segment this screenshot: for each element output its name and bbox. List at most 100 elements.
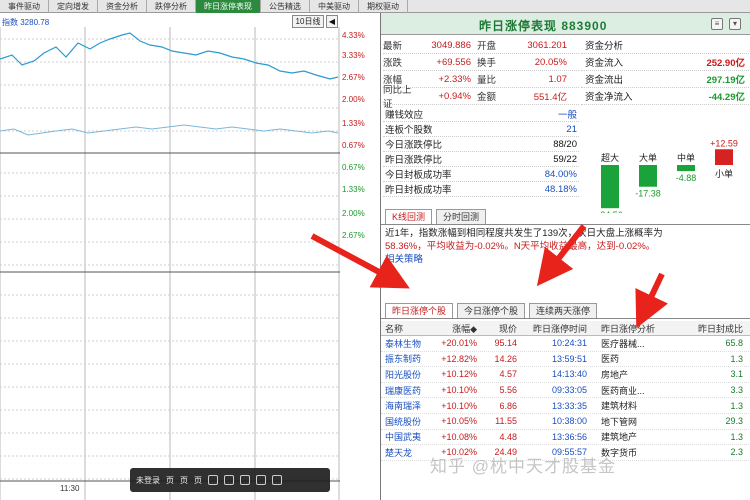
- share-icon[interactable]: [256, 475, 266, 485]
- top-tab[interactable]: 公告精选: [261, 0, 310, 13]
- quote-row: 最新 3049.886 开盘 3061.201: [383, 37, 579, 54]
- related-strategy-link[interactable]: 相关策略: [385, 253, 749, 266]
- sub-tab[interactable]: 分时回测: [436, 209, 487, 224]
- flow-bar-value: +12.59: [710, 138, 738, 148]
- top-tab[interactable]: 事件驱动: [0, 0, 49, 13]
- column-header[interactable]: 昨日封成比: [671, 322, 749, 335]
- cell-name: 中国武夷: [385, 432, 422, 443]
- pct-tick-up: 3.33%: [342, 51, 365, 60]
- flow-bar-group: 大单 -17.38: [635, 152, 661, 199]
- sub-tab[interactable]: 昨日涨停个股: [385, 303, 454, 318]
- quote-table: 最新 3049.886 开盘 3061.201 涨跌 +69.556 换手 20.05% 涨幅 +…: [383, 37, 579, 110]
- pct-tick-down: 2.67%: [342, 231, 365, 240]
- table-body: 泰林生物 +20.01% 95.14 10:24:31 医疗器械... 65.8 振东制药 +…: [381, 336, 750, 461]
- video-bar-item[interactable]: 未登录: [136, 475, 160, 486]
- stat-value: 59/22: [553, 153, 577, 165]
- cell-chg: +10.12%: [441, 369, 477, 380]
- stat-label: 赚钱效应: [385, 110, 424, 121]
- cell-time: 13:33:35: [551, 400, 587, 411]
- price-line: [0, 32, 339, 80]
- column-header[interactable]: 昨日涨停时间: [517, 322, 587, 335]
- sub-tab[interactable]: K线回测: [385, 209, 433, 224]
- intraday-plot[interactable]: [0, 13, 340, 500]
- cell-chg: +10.08%: [441, 431, 477, 442]
- video-bar-item[interactable]: 页: [180, 475, 188, 486]
- fund-row: 资金分析: [581, 37, 750, 54]
- table-row[interactable]: 泰林生物 +20.01% 95.14 10:24:31 医疗器械... 65.8: [381, 336, 750, 352]
- table-row[interactable]: 中国武夷 +10.08% 4.48 13:36:56 建筑地产 1.3: [381, 430, 750, 446]
- column-header[interactable]: 涨幅◆: [429, 322, 477, 335]
- table-row[interactable]: 振东制药 +12.82% 14.26 13:59:51 医药 1.3: [381, 352, 750, 368]
- stat-label: 今日封板成功率: [385, 170, 452, 181]
- quote-value: 1.07: [548, 73, 568, 85]
- stat-row: 昨日涨跌停比 59/22: [383, 152, 579, 167]
- play-icon[interactable]: [208, 475, 218, 485]
- cell-name: 振东制药: [385, 354, 422, 365]
- column-header[interactable]: 昨日涨停分析: [587, 322, 671, 335]
- sub-tab[interactable]: 今日涨停个股: [457, 303, 526, 318]
- table-row[interactable]: 阳光股份 +10.12% 4.57 14:13:40 房地产 3.1: [381, 367, 750, 383]
- column-header[interactable]: 名称: [381, 322, 429, 335]
- fund-flow-bars: 超大-34.56 大单 -17.38 中单 -4.88 小单 +12.59: [597, 138, 738, 213]
- fund-analysis-table: 资金分析 资金流入 252.90亿 资金流出 297.19亿 资金净流入 -44.29亿: [581, 37, 750, 105]
- column-header[interactable]: 现价: [477, 322, 517, 335]
- cell-name: 泰林生物: [385, 338, 422, 349]
- flow-bar-group: 中单 -4.88: [676, 152, 697, 183]
- page-title: 昨日涨停表现 883900: [479, 19, 608, 33]
- period-selector[interactable]: 10日线: [292, 15, 324, 28]
- time-axis-label: 11:30: [60, 484, 80, 493]
- cell-time: 10:24:31: [551, 338, 587, 349]
- top-tab[interactable]: 跌停分析: [147, 0, 196, 13]
- top-tab[interactable]: 资金分析: [98, 0, 147, 13]
- stat-value: 一般: [557, 110, 577, 121]
- desc-line-2: 58.36%，平均收益为-0.02%。N天平均收益最高，达到-0.02%。: [385, 241, 656, 252]
- table-row[interactable]: 瑞康医药 +10.10% 5.56 09:33:05 医药商业... 3.3: [381, 383, 750, 399]
- cell-ind: 医药: [601, 354, 620, 365]
- flow-bar-value: -4.88: [676, 173, 697, 183]
- table-row[interactable]: 海南瑞泽 +10.10% 6.86 13:33:35 建筑材料 1.3: [381, 398, 750, 414]
- fund-value: -44.29亿: [708, 92, 745, 103]
- quote-value: +0.94%: [438, 90, 472, 102]
- cell-name: 阳光股份: [385, 369, 422, 380]
- pct-tick-up: 2.00%: [342, 95, 365, 104]
- fund-label: 资金流出: [585, 75, 624, 86]
- pct-tick-up: 0.67%: [342, 141, 365, 150]
- cell-price: 5.56: [499, 385, 517, 396]
- cell-ind: 医药商业...: [601, 385, 645, 396]
- table-row[interactable]: 国统股份 +10.05% 11.55 10:38:00 地下管网 29.3: [381, 414, 750, 430]
- menu-icon[interactable]: ≡: [711, 18, 723, 30]
- stat-label: 连板个股数: [385, 125, 433, 136]
- cell-rate: 3.3: [730, 385, 743, 396]
- fund-label: 资金净流入: [585, 92, 633, 103]
- fund-value: 297.19亿: [706, 75, 745, 86]
- stat-row: 今日封板成功率 84.00%: [383, 167, 579, 182]
- cell-price: 6.86: [499, 400, 517, 411]
- video-overlay-bar[interactable]: 未登录页页页: [130, 468, 330, 492]
- intraday-chart-panel[interactable]: 指数 3280.78 10日线 ◀ 4.33% 3.33% 2.67% 2.00% 1.…: [0, 13, 376, 500]
- settings-icon[interactable]: [272, 475, 282, 485]
- collapse-arrow-icon[interactable]: ◀: [326, 15, 338, 28]
- flow-bar-label: 中单: [677, 152, 695, 163]
- video-bar-item[interactable]: 页: [194, 475, 202, 486]
- fullscreen-icon[interactable]: [240, 475, 250, 485]
- sub-tab[interactable]: 连续两天涨停: [529, 303, 598, 318]
- top-tab[interactable]: 期权驱动: [359, 0, 408, 13]
- top-tab[interactable]: 中美驱动: [310, 0, 359, 13]
- cell-price: 95.14: [494, 338, 517, 349]
- pause-icon[interactable]: [224, 475, 234, 485]
- dropdown-icon[interactable]: ▾: [729, 18, 741, 30]
- video-bar-item[interactable]: 页: [166, 475, 174, 486]
- quote-label: 同比上证: [383, 85, 412, 110]
- quote-value: 20.05%: [534, 56, 567, 68]
- pct-tick-down: 0.67%: [342, 163, 365, 172]
- top-tab[interactable]: 定向增发: [49, 0, 98, 13]
- top-tab[interactable]: 昨日涨停表现: [196, 0, 261, 13]
- quote-label: 换手: [477, 58, 497, 69]
- percent-axis: 4.33% 3.33% 2.67% 2.00% 1.33% 0.67% 0.67% 1.33%…: [340, 13, 376, 493]
- stat-label: 今日涨跌停比: [385, 140, 443, 151]
- cell-rate: 2.3: [730, 447, 743, 458]
- stat-value: 21: [566, 123, 577, 135]
- flow-bar: [601, 165, 619, 209]
- cell-time: 13:36:56: [551, 431, 587, 442]
- cell-rate: 1.3: [730, 400, 743, 411]
